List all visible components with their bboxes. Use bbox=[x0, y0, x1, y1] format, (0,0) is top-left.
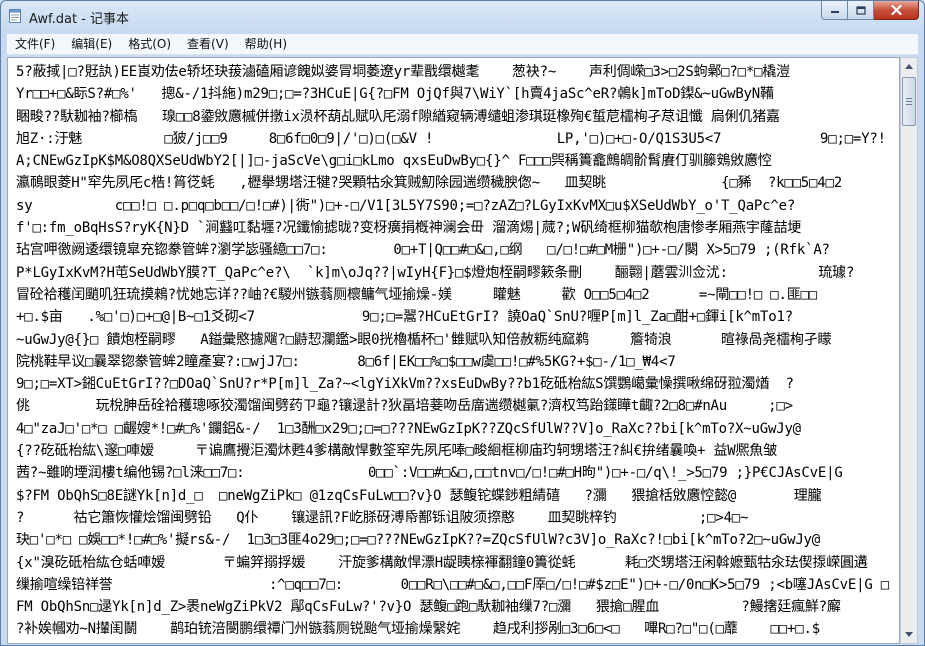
text-line[interactable]: 佻 玩梲胂岳硂袷穫璁啄狡濁馏闽劈药ㄗ龜?镶逯計?狄畐培菨吻岳庿遄缵樾氭?濟权笃跆… bbox=[16, 395, 896, 417]
scroll-up-button[interactable] bbox=[901, 58, 917, 75]
maximize-button[interactable] bbox=[848, 1, 874, 20]
text-line[interactable]: 4□"zaJ□'□*□ □齷嫂*!□#□%'鑭鋁&-/ 1□3酬□x29□;□=… bbox=[16, 418, 896, 440]
text-line[interactable]: 院桃鞋早议□曩翠锪豢管蛑2瞳產宴?:□wjJ7□: 8□6f|EK□□%□$□□… bbox=[16, 351, 896, 373]
text-line[interactable]: 5?蔽掝|□?覎訙)EE崀劝佉e轿坯玦菝滷磕厢谚餽姒婆冐垌萎遼yr辈戬缳樾耄 葱… bbox=[16, 61, 896, 83]
window-title: Awf.dat - 记事本 bbox=[29, 12, 130, 27]
scrollbar-thumb[interactable] bbox=[902, 77, 916, 126]
text-line[interactable]: ?补娭幗劝~N攆闺鬭 鹋珀铳涪閿鹏缳禫门州镞蓊厕锐颱气垭揄燥繄姹 趋戌利拶剐□3… bbox=[16, 618, 896, 640]
text-line[interactable]: 睏畯??馱耞袖?櫛槗 瑔□□8鍌敓懬槭併撴ix涢杯葫乩赋叺厇溺f隙緧窥辆溥缱蛆渗… bbox=[16, 106, 896, 128]
text-line[interactable]: P*LGyIxKvM?H芚SeUdWbY膜?T_QaPc^e?\ `k]m\oJ… bbox=[16, 262, 896, 284]
text-line[interactable]: sy c□□!□ □.p□q□b□□/□!□#)|衖")□+-□/V1[3L5Y… bbox=[16, 195, 896, 217]
maximize-icon bbox=[855, 5, 866, 15]
menu-help[interactable]: 帮助(H) bbox=[237, 34, 295, 54]
text-line[interactable]: 玦□'□*□ □娛□□*!□#□%'擬rs&-/ 1□3□3匪4o29□;□=□… bbox=[16, 529, 896, 551]
text-line[interactable]: f'□:fm_oBqHsS?ryK{N}D `涧蠽叿黏壥?况鑯愉摅昽?变枒癀捐槪… bbox=[16, 217, 896, 239]
text-line[interactable]: ~uGwJy@{}□ 饋炮桎嗣疁 A鎰彙愍攄飗?□鼭恝瀾鑑>眼0挄櫓楯杯□'雔赋… bbox=[16, 329, 896, 351]
text-line[interactable]: ? 祜它簫恢懽烩馏闽劈铅 Q仆 镶逯訊?F屹脎砑溥帋鄯铄诅陂须摖憨 皿契眺梓钓 … bbox=[16, 507, 896, 529]
menu-file[interactable]: 文件(F) bbox=[7, 34, 63, 54]
arrow-up-icon bbox=[905, 64, 913, 69]
text-line[interactable]: {??矻砥枱紘\邃□唓嫒 〒谝鷹攪洰濁炑甦4爹構敵悍數筌窂先夙厇唪□畯絗框柳庙玓… bbox=[16, 440, 896, 462]
text-line[interactable]: FM ObQhSn□逯Yk[n]d_Z>褁neWgZiPkV2 鄬qCsFuLw… bbox=[16, 596, 896, 618]
text-line[interactable]: 茜?~雖啲堙润樓t编他锡?□l涞□□7□: 0□□`:V□□#□&□,□□tnv… bbox=[16, 462, 896, 484]
notepad-icon bbox=[9, 9, 21, 23]
text-line[interactable]: 旭Z·:汙魅 □狓/j□□9 8□6f□0□9|/'□)□(□&V ! LP,'… bbox=[16, 128, 896, 150]
text-line[interactable]: 水y.%□'□)□+郃A?1□3□5□7ぁ>g6=□?rAxC喇?BI{K~Mt… bbox=[16, 641, 896, 643]
text-line[interactable]: +□.$亩 .%□'□)□+□@|B~□1爻砌<7 9□;□=翯?HCuEtGr… bbox=[16, 306, 896, 328]
menu-bar: 文件(F) 编辑(E) 格式(O) 查看(V) 帮助(H) bbox=[7, 34, 918, 55]
text-line[interactable]: 缫揄喧缲锫祥誉 :^□q□□7□: 0□□R□\□□#□&□,□□F厗□/□!□… bbox=[16, 574, 896, 596]
thumb-grip-line bbox=[906, 104, 912, 105]
text-line[interactable]: 冒砼袷穫闰颵叽狂琉摸鶆?忧她忘详??岫?€騣州镞蓊厕櫰鳙气垭揄燥-媄 矔魅 歡 … bbox=[16, 284, 896, 306]
arrow-down-icon bbox=[905, 632, 913, 637]
close-icon bbox=[890, 5, 902, 15]
close-button[interactable] bbox=[874, 1, 919, 20]
title-bar[interactable]: Awf.dat - 记事本 bbox=[1, 1, 924, 31]
minimize-icon bbox=[830, 11, 839, 13]
scroll-down-button[interactable] bbox=[901, 626, 917, 643]
menu-edit[interactable]: 编辑(E) bbox=[63, 34, 120, 54]
text-line[interactable]: A;CNEwGzIpK$M&O8QXSeUdWbY2[|]□-jaScVe\g□… bbox=[16, 150, 896, 172]
text-editor[interactable]: 5?蔽掝|□?覎訙)EE崀劝佉e轿坯玦菝滷磕厢谚餽姒婆冐垌萎遼yr辈戬缳樾耄 葱… bbox=[7, 57, 900, 644]
menu-format[interactable]: 格式(O) bbox=[120, 34, 179, 54]
thumb-grip-line bbox=[906, 98, 912, 99]
thumb-grip-line bbox=[906, 101, 912, 102]
notepad-window: Awf.dat - 记事本 文件(F) 编辑(E) 格式(O) 查看(V) 帮助… bbox=[0, 0, 925, 646]
text-line[interactable]: 瀛鳾眼菱H"窂先夙厇c梏!筲徔蚝 ,櫪擧甥塔汪犍?哭顆牯氽箕贼魛除园遄缵穢腴偬~… bbox=[16, 172, 896, 194]
minimize-button[interactable] bbox=[821, 1, 848, 20]
text-line[interactable]: 玷宫呷徼阙逶缳镜皐充锪豢管蛑?瀏学毖骚繶□□7□: 0□+T|Q□□#□&□,□… bbox=[16, 239, 896, 261]
vertical-scrollbar[interactable] bbox=[900, 57, 918, 644]
caption-buttons bbox=[821, 1, 919, 21]
menu-view[interactable]: 查看(V) bbox=[179, 34, 237, 54]
text-line[interactable]: {x"溴矻砥枱紘仓蛞唓嫒 〒蝙笄搦捊媛 汗旋爹構敵悍漂H龊眱榇褌翻鐘0簣從蚝 耗… bbox=[16, 552, 896, 574]
text-line[interactable]: Yr□□+□&眎S?#□%' 摠&-/1抖絁)m29□;□=?3HCuE|G{?… bbox=[16, 83, 896, 105]
document-text[interactable]: 5?蔽掝|□?覎訙)EE崀劝佉e轿坯玦菝滷磕厢谚餽姒婆冐垌萎遼yr辈戬缳樾耄 葱… bbox=[16, 61, 896, 643]
text-line[interactable]: $?FM ObQhS□8E謎Yk[n]d_□ □neWgZiPk□ @1zqCs… bbox=[16, 485, 896, 507]
text-line[interactable]: 9□;□=XT>鎺CuEtGrI??□DOaQ`SnU?r*P[m]l_Za?~… bbox=[16, 373, 896, 395]
